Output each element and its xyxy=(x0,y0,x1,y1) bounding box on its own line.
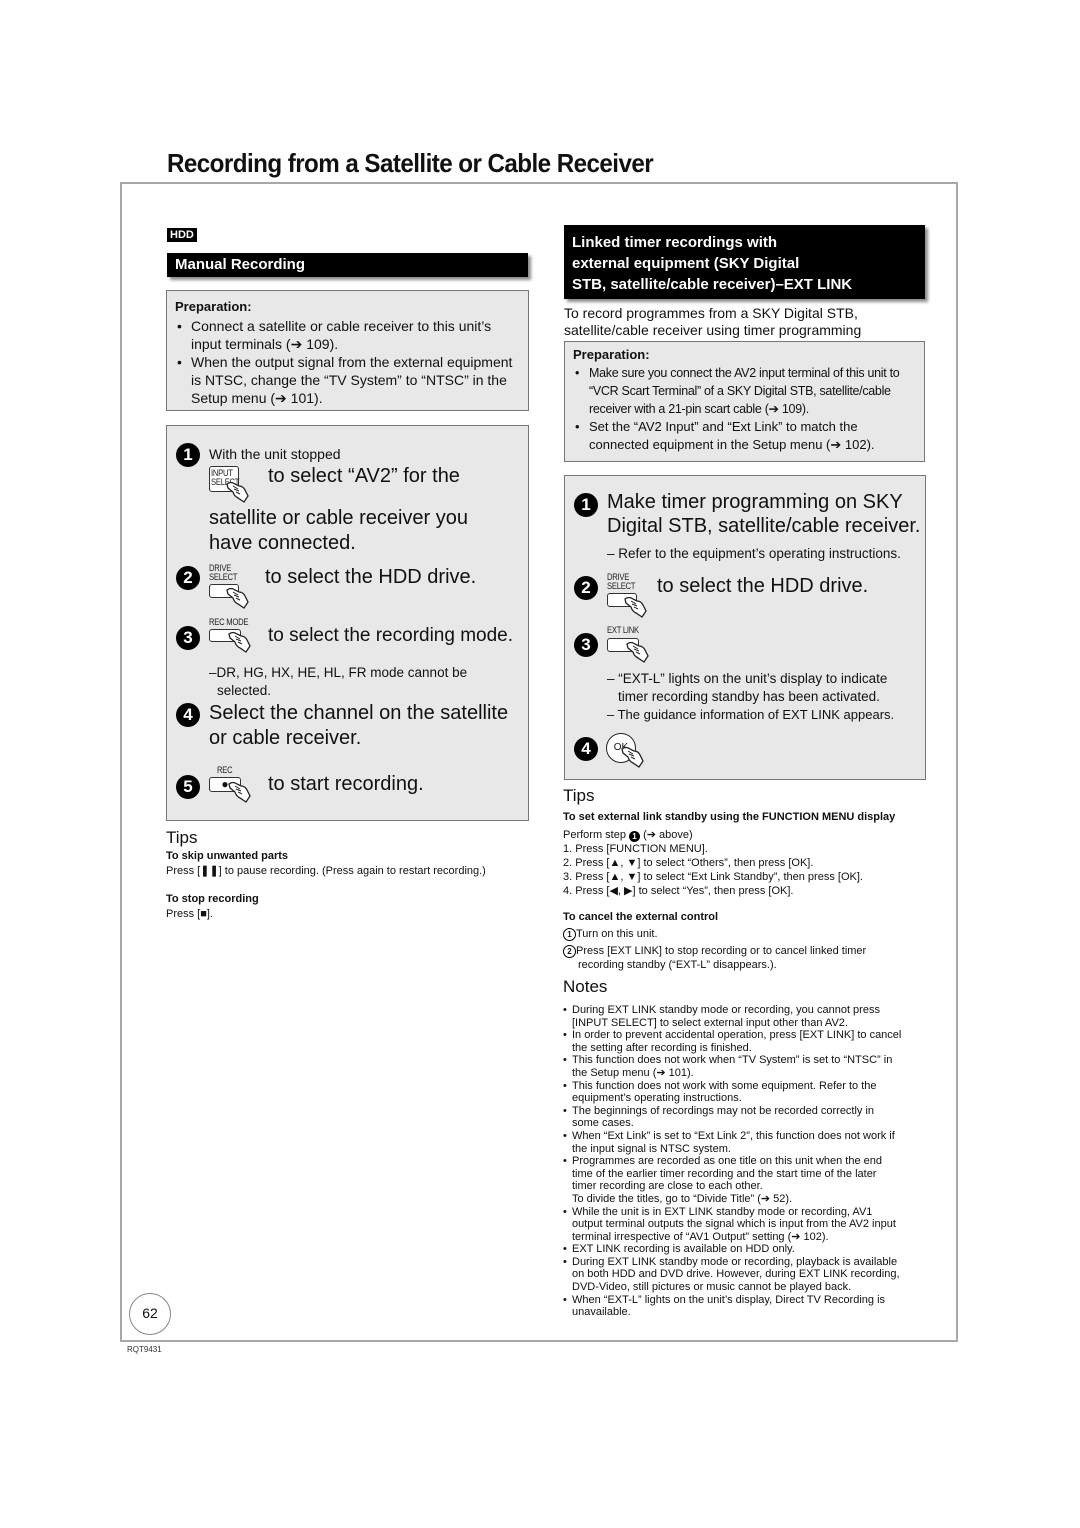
hand-press-icon xyxy=(623,593,649,619)
preparation-item: Set the “AV2 Input” and “Ext Link” to ma… xyxy=(573,418,918,454)
tips-numbered-item: 4. Press [◀, ▶] to select “Yes”, then pr… xyxy=(563,885,794,897)
note-item: Programmes are recorded as one title on … xyxy=(563,1155,933,1205)
drive-select-button-icon: DRIVE SELECT xyxy=(607,573,640,607)
step-text: to select the recording mode. xyxy=(268,625,514,646)
step-note: selected. xyxy=(217,683,272,698)
tips-text: Press [❚❚] to pause recording. (Press ag… xyxy=(166,865,486,877)
hand-press-icon xyxy=(620,743,646,769)
note-item: In order to prevent accidental operation… xyxy=(563,1029,933,1054)
note-item: During EXT LINK standby mode or recordin… xyxy=(563,1256,933,1294)
step-text: or cable receiver. xyxy=(209,727,362,749)
circled-number-icon: 2 xyxy=(563,945,576,958)
preparation-box-left: Preparation: Connect a satellite or cabl… xyxy=(166,290,529,411)
notes-title: Notes xyxy=(563,977,608,996)
preparation-title: Preparation: xyxy=(573,347,650,362)
step-pre-text: With the unit stopped xyxy=(209,446,341,462)
cancel-step: 1 Turn on this unit. xyxy=(563,927,658,941)
steps-box-right: 1 Make timer programming on SKY Digital … xyxy=(564,475,926,780)
step-number: 1 xyxy=(176,443,200,467)
hand-press-icon xyxy=(227,778,253,804)
step-text: have connected. xyxy=(209,532,356,554)
circled-number-icon: 1 xyxy=(563,928,576,941)
hand-press-icon xyxy=(225,584,251,610)
step-text: Make timer programming on SKY xyxy=(607,491,903,513)
tips-numbered-item: 1. Press [FUNCTION MENU]. xyxy=(563,843,708,855)
note-item: The beginnings of recordings may not be … xyxy=(563,1105,933,1130)
step-number: 3 xyxy=(176,626,200,650)
section-title-manual-recording: Manual Recording xyxy=(167,253,528,277)
tips-text: Press [■]. xyxy=(166,908,213,920)
step-text: Digital STB, satellite/cable receiver. xyxy=(607,515,921,537)
rec-mode-button-icon: REC MODE xyxy=(209,618,255,642)
step-note: – The guidance information of EXT LINK a… xyxy=(607,707,895,722)
tips-numbered-item: 2. Press [▲, ▼] to select “Others”, then… xyxy=(563,857,814,869)
tips-heading: To skip unwanted parts xyxy=(166,850,289,862)
notes-list: During EXT LINK standby mode or recordin… xyxy=(563,1004,933,1319)
section-title-ext-link: Linked timer recordings with external eq… xyxy=(564,225,925,299)
ok-button-icon: OK xyxy=(606,733,636,763)
ext-link-button-icon: EXT LINK xyxy=(607,626,644,652)
preparation-box-right: Preparation: Make sure you connect the A… xyxy=(564,341,925,462)
tips-title-left: Tips xyxy=(166,828,198,847)
step-text: satellite or cable receiver you xyxy=(209,507,469,529)
intro-text: To record programmes from a SKY Digital … xyxy=(564,305,862,338)
tips-heading: To stop recording xyxy=(166,893,259,905)
step-number-icon: 1 xyxy=(629,831,641,842)
hand-press-icon xyxy=(227,628,253,654)
hdd-badge: HDD xyxy=(167,228,197,242)
page-title: Recording from a Satellite or Cable Rece… xyxy=(167,148,654,178)
note-item: EXT LINK recording is available on HDD o… xyxy=(563,1243,933,1256)
step-number: 4 xyxy=(176,703,200,727)
hand-press-icon xyxy=(225,478,251,504)
step-note: –DR, HG, HX, HE, HL, FR mode cannot be xyxy=(209,665,468,680)
step-note: – “EXT-L” lights on the unit’s display t… xyxy=(607,671,888,686)
input-select-button-icon: INPUT SELECT xyxy=(209,466,239,492)
tips-numbered-item: 3. Press [▲, ▼] to select “Ext Link Stan… xyxy=(563,871,863,883)
preparation-item: Connect a satellite or cable receiver to… xyxy=(175,317,520,353)
page-number: 62 xyxy=(129,1293,171,1335)
step-text: to select “AV2” for the xyxy=(268,465,460,487)
step-note: – Refer to the equipment’s operating ins… xyxy=(607,546,901,561)
cancel-step: 2 Press [EXT LINK] to stop recording or t… xyxy=(563,944,866,972)
step-number: 1 xyxy=(574,493,598,517)
step-text: to start recording. xyxy=(268,773,424,795)
step-number: 2 xyxy=(176,566,200,590)
note-item: When “EXT-L” lights on the unit’s displa… xyxy=(563,1294,933,1319)
note-item: This function does not work when “TV Sys… xyxy=(563,1054,933,1079)
rec-button-icon: REC ● xyxy=(209,766,241,792)
tips-heading: To set external link standby using the F… xyxy=(563,811,896,823)
step-number: 4 xyxy=(574,737,598,761)
drive-select-button-icon: DRIVE SELECT xyxy=(209,564,242,598)
document-code: RQT9431 xyxy=(127,1345,162,1354)
hand-press-icon xyxy=(625,638,651,664)
step-text: Select the channel on the satellite xyxy=(209,702,509,724)
step-number: 5 xyxy=(176,775,200,799)
tips-title-right: Tips xyxy=(563,786,595,805)
step-note: timer recording standby has been activat… xyxy=(618,689,880,704)
tips-heading: To cancel the external control xyxy=(563,911,719,923)
preparation-title: Preparation: xyxy=(175,299,252,314)
step-number: 2 xyxy=(574,576,598,600)
steps-box-left: 1 With the unit stopped INPUT SELECT to … xyxy=(166,425,529,821)
note-item: When “Ext Link” is set to “Ext Link 2”, … xyxy=(563,1130,933,1155)
tips-numbered-list: 1. Press [FUNCTION MENU]. 2. Press [▲, ▼… xyxy=(563,842,863,898)
preparation-item: When the output signal from the external… xyxy=(175,353,520,407)
perform-step-line: Perform step 1 (➔ above) xyxy=(563,829,693,842)
preparation-item: Make sure you connect the AV2 input term… xyxy=(573,364,918,418)
step-text: to select the HDD drive. xyxy=(265,566,477,588)
step-text: to select the HDD drive. xyxy=(657,575,869,597)
note-item: During EXT LINK standby mode or recordin… xyxy=(563,1004,933,1029)
note-item: This function does not work with some eq… xyxy=(563,1080,933,1105)
step-number: 3 xyxy=(574,633,598,657)
note-item: While the unit is in EXT LINK standby mo… xyxy=(563,1206,933,1244)
